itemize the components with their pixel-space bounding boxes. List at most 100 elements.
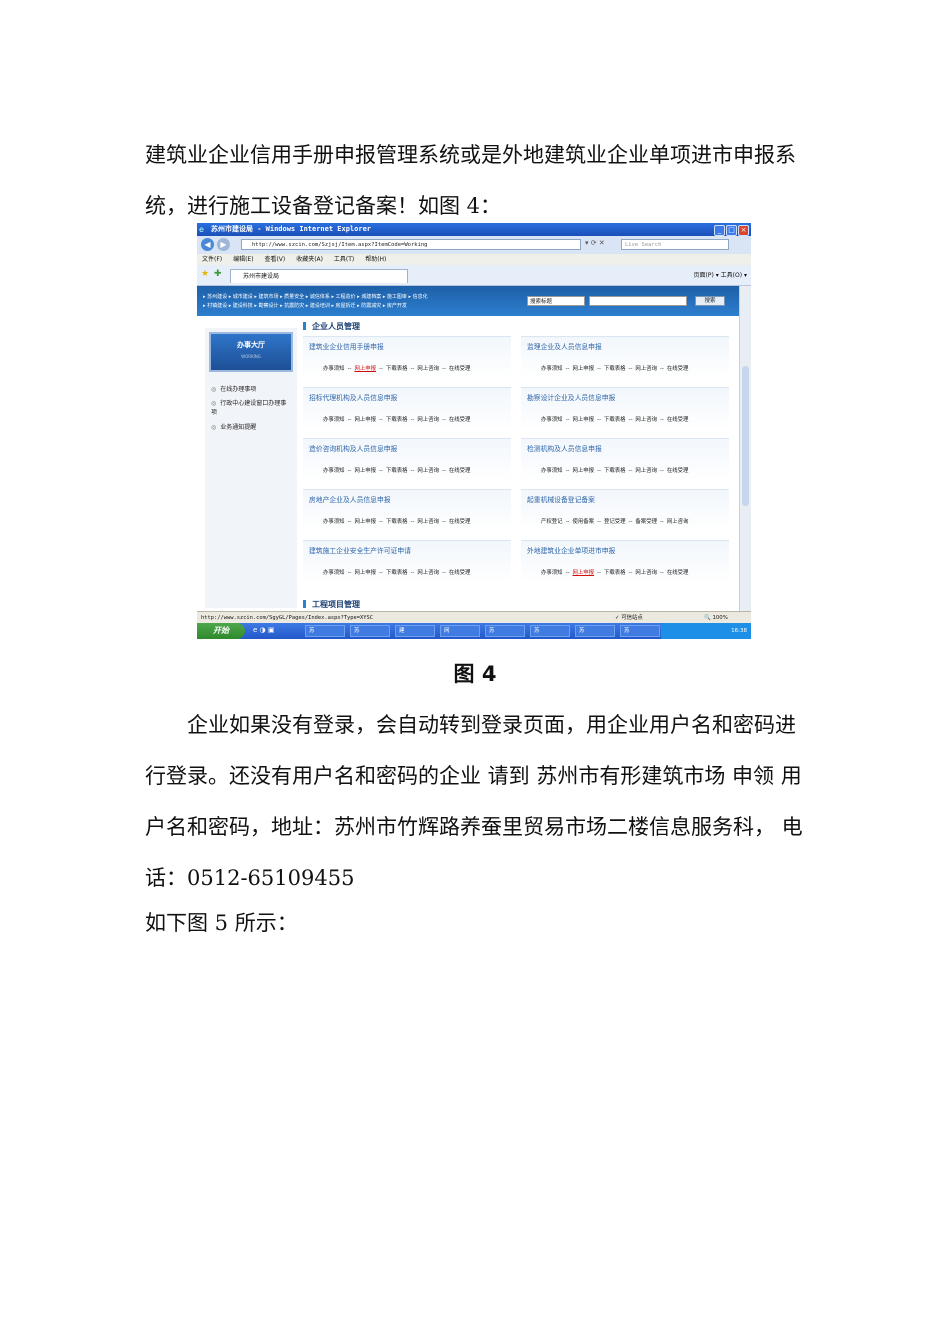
service-link[interactable]: 下载表格 [604,468,626,474]
add-favorite-icon[interactable]: ✚ [214,269,222,279]
menu-edit[interactable]: 编辑(E) [233,256,253,263]
sidebar-item-window[interactable]: ◎ 行政中心建设窗口办理事项 [211,398,287,416]
sidebar-item-notice[interactable]: ◎ 业务通知提醒 [211,422,256,431]
service-link[interactable]: 在线受理 [449,417,471,423]
service-card-title[interactable]: 造价咨询机构及人员信息申报 [309,443,397,453]
scrollbar-thumb[interactable] [742,366,749,506]
service-link[interactable]: 办事须知 [323,417,345,423]
live-search-input[interactable]: Live Search [621,239,729,250]
vertical-scrollbar[interactable] [739,286,751,611]
service-link[interactable]: 在线受理 [667,366,689,372]
service-card-title[interactable]: 监理企业及人员信息申报 [527,341,602,351]
service-link[interactable]: 在线受理 [449,570,471,576]
service-link[interactable]: 办事须知 [323,570,345,576]
taskbar-window-button[interactable]: 苏 [305,625,345,637]
service-link[interactable]: 备案受理 [635,519,657,525]
service-card-title[interactable]: 检测机构及人员信息申报 [527,443,602,453]
menu-view[interactable]: 查看(V) [264,256,285,263]
command-tools[interactable]: 页面(P) ▾ 工具(O) ▾ [694,270,747,279]
service-card-title[interactable]: 建筑业企业信用手册申报 [309,341,384,351]
taskbar-window-button[interactable]: 苏 [485,625,525,637]
service-card-title[interactable]: 建筑施工企业安全生产许可证申请 [309,545,411,555]
taskbar-window-button[interactable]: 苏 [530,625,570,637]
service-link[interactable]: 网上咨询 [635,366,657,372]
service-link[interactable]: 网上咨询 [635,417,657,423]
menu-help[interactable]: 帮助(H) [365,256,386,263]
sidebar-item-online[interactable]: ◎ 在线办理事项 [211,384,256,393]
tab-current[interactable]: 苏州市建设局 [230,269,408,283]
menu-favorites[interactable]: 收藏夹(A) [296,256,323,263]
service-link[interactable]: 在线受理 [449,519,471,525]
service-link[interactable]: 网上申报 [354,366,376,372]
header-nav-row[interactable]: ▸ 村镇建设 ▸ 建设科技 ▸ 勘察设计 ▸ 抗震防灾 ▸ 建设培训 ▸ 房屋拆… [203,302,503,311]
service-link[interactable]: 网上咨询 [417,417,439,423]
taskbar-window-button[interactable]: 苏 [350,625,390,637]
service-link[interactable]: 办事须知 [323,366,345,372]
menu-tools[interactable]: 工具(T) [334,256,354,263]
service-link[interactable]: 下载表格 [604,417,626,423]
service-card-title[interactable]: 勘察设计企业及人员信息申报 [527,392,615,402]
service-link[interactable]: 办事须知 [541,570,563,576]
header-nav-row[interactable]: ▸ 苏州建设 ▸ 城市建设 ▸ 建筑市场 ▸ 质量安全 ▸ 诚信体系 ▸ 工程造… [203,293,503,302]
service-link[interactable]: 网上申报 [354,570,376,576]
service-link[interactable]: 网上咨询 [667,519,689,525]
service-link[interactable]: 办事须知 [323,468,345,474]
taskbar-window-button[interactable]: 建 [395,625,435,637]
service-link[interactable]: 办事须知 [541,468,563,474]
close-icon[interactable]: × [738,225,749,236]
service-link[interactable]: 网上咨询 [417,570,439,576]
service-link[interactable]: 网上咨询 [417,366,439,372]
service-card-title[interactable]: 房地产企业及人员信息申报 [309,494,391,504]
service-card-title[interactable]: 外地建筑业企业单项进市申报 [527,545,615,555]
service-link[interactable]: 办事须知 [541,366,563,372]
menu-bar: 文件(F) 编辑(E) 查看(V) 收藏夹(A) 工具(T) 帮助(H) [197,254,751,265]
service-card-title[interactable]: 起重机械设备登记备案 [527,494,595,504]
service-link[interactable]: 办事须知 [323,519,345,525]
service-card-title[interactable]: 招标代理机构及人员信息申报 [309,392,397,402]
service-link[interactable]: 下载表格 [386,468,408,474]
service-link[interactable]: 网上咨询 [417,468,439,474]
service-link[interactable]: 网上申报 [572,570,594,576]
taskbar-window-button[interactable]: 苏 [575,625,615,637]
service-hall-banner[interactable]: 办事大厅 WORKING [209,332,293,372]
forward-icon[interactable]: ▶ [217,238,230,251]
taskbar-window-button[interactable]: 网 [440,625,480,637]
service-link[interactable]: 网上咨询 [635,570,657,576]
service-link[interactable]: 在线受理 [667,468,689,474]
favorites-star-icon[interactable]: ★ [201,269,209,279]
quick-launch-icons[interactable]: e ◑ ▣ [253,626,274,634]
taskbar-window-button[interactable]: 苏 [620,625,660,637]
menu-file[interactable]: 文件(F) [202,256,222,263]
service-link[interactable]: 下载表格 [386,417,408,423]
service-link[interactable]: 网上申报 [572,417,594,423]
service-link[interactable]: 在线受理 [449,366,471,372]
service-link[interactable]: 使用备案 [572,519,594,525]
minimize-icon[interactable]: _ [714,225,725,236]
service-link[interactable]: 办事须知 [541,417,563,423]
service-link[interactable]: 在线受理 [667,417,689,423]
back-icon[interactable]: ◀ [201,238,214,251]
service-link[interactable]: 在线受理 [449,468,471,474]
service-link[interactable]: 网上咨询 [417,519,439,525]
search-type-select[interactable]: 搜索标题 [527,296,585,306]
service-link[interactable]: 下载表格 [386,570,408,576]
service-link[interactable]: 网上咨询 [635,468,657,474]
service-link[interactable]: 网上申报 [572,468,594,474]
refresh-stop-icons[interactable]: ▾ ⟳ ✕ [585,239,605,247]
site-search-input[interactable] [589,296,687,306]
service-link[interactable]: 下载表格 [386,519,408,525]
service-link[interactable]: 网上申报 [354,417,376,423]
service-link[interactable]: 网上申报 [354,468,376,474]
service-link[interactable]: 产权登记 [541,519,563,525]
site-search-button[interactable]: 搜索 [695,296,725,306]
address-field[interactable]: http://www.szcin.com/Szjsj/Item.aspx?Ite… [241,239,581,250]
service-link[interactable]: 下载表格 [604,570,626,576]
service-link[interactable]: 在线受理 [667,570,689,576]
service-link[interactable]: 网上申报 [354,519,376,525]
service-link[interactable]: 下载表格 [386,366,408,372]
maximize-icon[interactable]: □ [726,225,737,236]
service-link[interactable]: 下载表格 [604,366,626,372]
service-link[interactable]: 登记受理 [604,519,626,525]
start-button[interactable]: 开始 [197,623,245,639]
service-link[interactable]: 网上申报 [572,366,594,372]
